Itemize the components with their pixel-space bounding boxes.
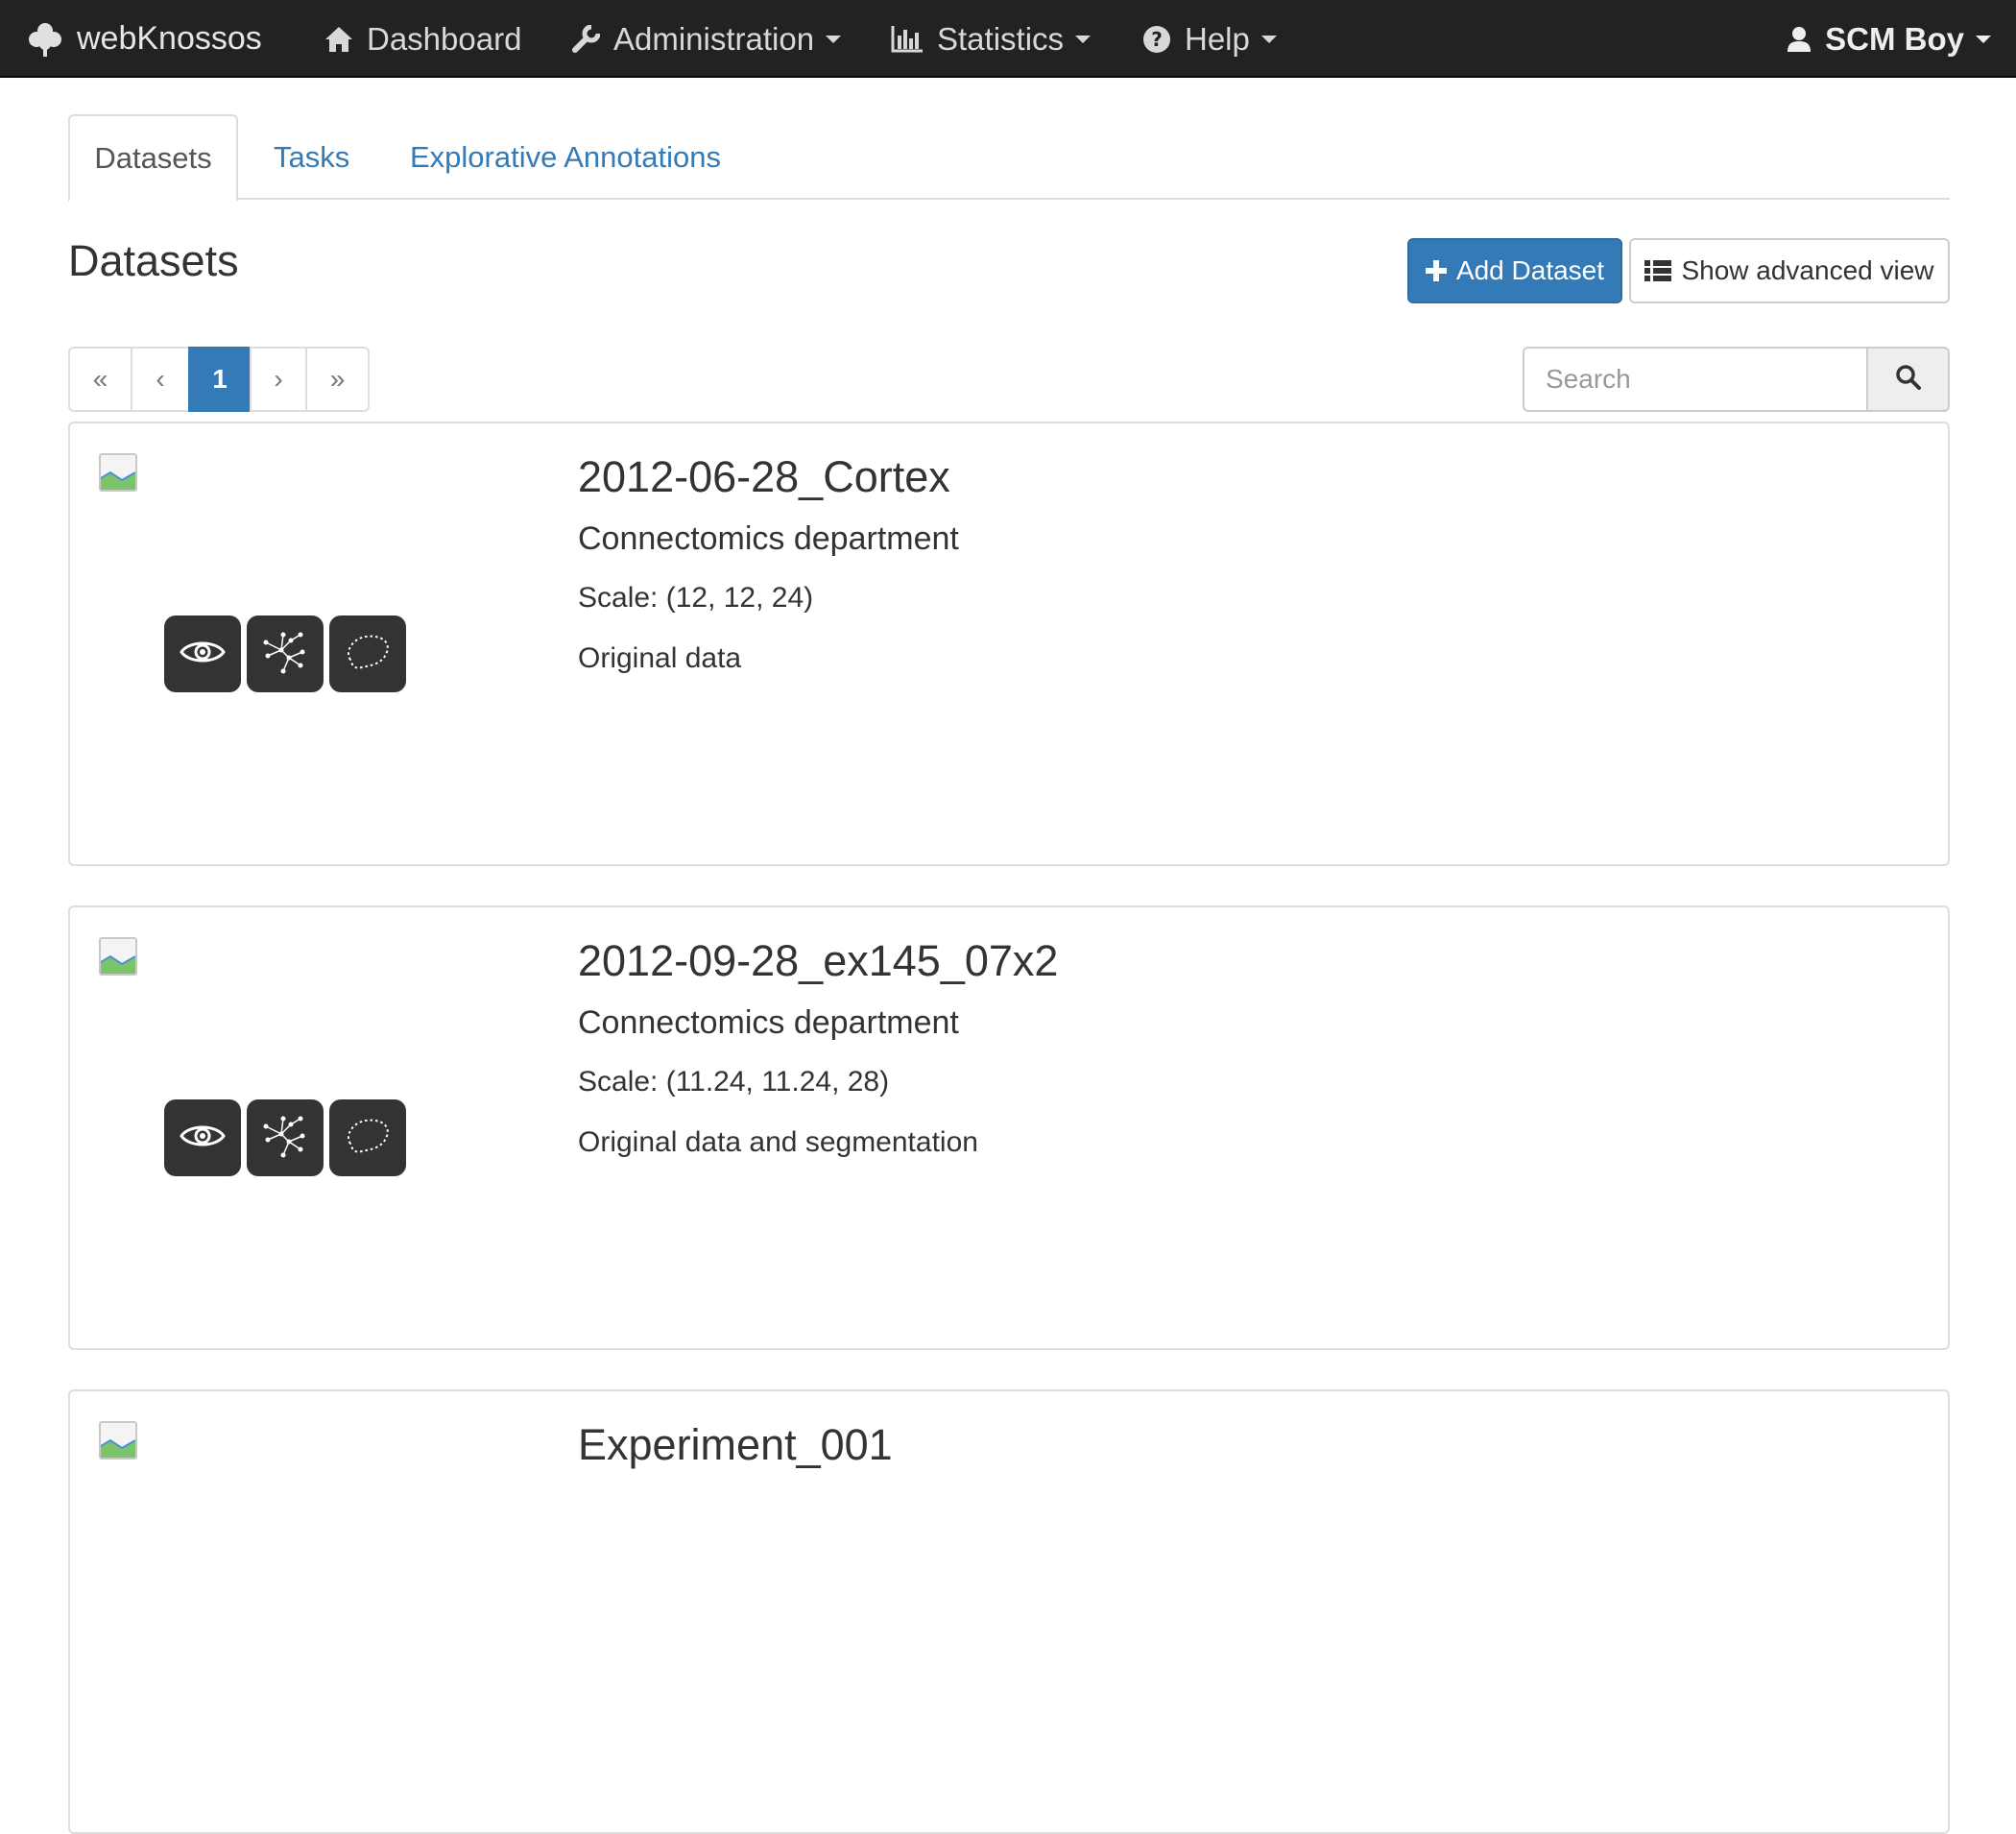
pagination-last-button[interactable]: » (305, 347, 370, 412)
pagination-page-1[interactable]: 1 (188, 347, 252, 412)
broken-image-icon (99, 937, 137, 976)
plus-icon (1425, 260, 1447, 281)
dataset-name[interactable]: 2012-09-28_ex145_07x2 (578, 936, 1058, 986)
dataset-scale: Scale: (12, 12, 24) (578, 582, 814, 614)
eye-icon (180, 1122, 226, 1155)
volume-lasso-icon (343, 631, 393, 678)
bar-chart-icon (891, 25, 924, 53)
dashboard-tabs: Datasets Tasks Explorative Annotations (68, 114, 1950, 202)
broken-image-icon (99, 453, 137, 492)
dataset-layers: Original data (578, 642, 742, 674)
pagination-prev-button[interactable]: ‹ (131, 347, 190, 412)
wrench-icon (571, 24, 600, 54)
show-advanced-view-label: Show advanced view (1681, 255, 1934, 285)
dataset-card: 2012-09-28_ex145_07x2 Connectomics depar… (68, 905, 1950, 1350)
volume-tracing-button[interactable] (329, 1099, 406, 1176)
dataset-actions (164, 1099, 406, 1176)
nav-administration-label: Administration (613, 20, 815, 57)
view-dataset-button[interactable] (164, 1099, 241, 1176)
nav-administration[interactable]: Administration (571, 0, 842, 78)
pagination-next-button[interactable]: › (250, 347, 307, 412)
dataset-layers: Original data and segmentation (578, 1126, 978, 1158)
chevron-down-icon (826, 35, 842, 43)
show-advanced-view-button[interactable]: Show advanced view (1629, 238, 1950, 303)
chevron-down-icon (1075, 35, 1092, 43)
chevron-down-icon (1260, 35, 1277, 43)
nav-help-label: Help (1185, 20, 1250, 57)
brand-link[interactable]: webKnossos (27, 0, 262, 78)
search-button[interactable] (1866, 347, 1950, 412)
page-title: Datasets (68, 236, 239, 285)
nav-statistics-label: Statistics (937, 20, 1065, 57)
dataset-owner: Connectomics department (578, 1004, 959, 1041)
chevron-down-icon (1976, 35, 1991, 43)
question-circle-icon: ? (1142, 25, 1171, 54)
pagination-first-button[interactable]: « (68, 347, 132, 412)
svg-text:?: ? (1151, 28, 1163, 51)
list-icon (1644, 260, 1672, 281)
nav-dashboard-label: Dashboard (367, 20, 522, 57)
tab-explorative-annotations[interactable]: Explorative Annotations (410, 114, 721, 200)
clover-icon (27, 21, 63, 58)
tab-datasets[interactable]: Datasets (68, 114, 238, 202)
pagination: « ‹ 1 › » (68, 347, 370, 412)
skeleton-icon (260, 1111, 310, 1166)
search-icon (1895, 364, 1922, 396)
search-input[interactable] (1523, 347, 1866, 412)
dataset-card: 2012-06-28_Cortex Connectomics departmen… (68, 422, 1950, 866)
dataset-name[interactable]: 2012-06-28_Cortex (578, 452, 950, 502)
home-icon (324, 26, 353, 53)
user-icon (1787, 26, 1812, 53)
volume-lasso-icon (343, 1115, 393, 1162)
nav-user-label: SCM Boy (1825, 20, 1964, 57)
nav-statistics[interactable]: Statistics (891, 0, 1092, 78)
broken-image-icon (99, 1421, 137, 1460)
add-dataset-button[interactable]: Add Dataset (1407, 238, 1622, 303)
nav-dashboard[interactable]: Dashboard (324, 0, 521, 78)
dataset-owner: Connectomics department (578, 520, 959, 557)
view-dataset-button[interactable] (164, 615, 241, 692)
volume-tracing-button[interactable] (329, 615, 406, 692)
tab-tasks[interactable]: Tasks (274, 114, 349, 200)
dataset-actions (164, 615, 406, 692)
dataset-name[interactable]: Experiment_001 (578, 1420, 893, 1470)
skeleton-tracing-button[interactable] (247, 1099, 324, 1176)
dataset-scale: Scale: (11.24, 11.24, 28) (578, 1066, 890, 1098)
nav-user-menu[interactable]: SCM Boy (1787, 0, 1991, 78)
search-group (1523, 347, 1950, 412)
brand-label: webKnossos (77, 20, 262, 57)
add-dataset-label: Add Dataset (1455, 255, 1605, 285)
skeleton-tracing-button[interactable] (247, 615, 324, 692)
skeleton-icon (260, 627, 310, 682)
nav-help[interactable]: ? Help (1142, 0, 1277, 78)
eye-icon (180, 638, 226, 671)
top-navbar: webKnossos Dashboard Administration Stat… (0, 0, 2016, 78)
dataset-card: Experiment_001 (68, 1389, 1950, 1834)
